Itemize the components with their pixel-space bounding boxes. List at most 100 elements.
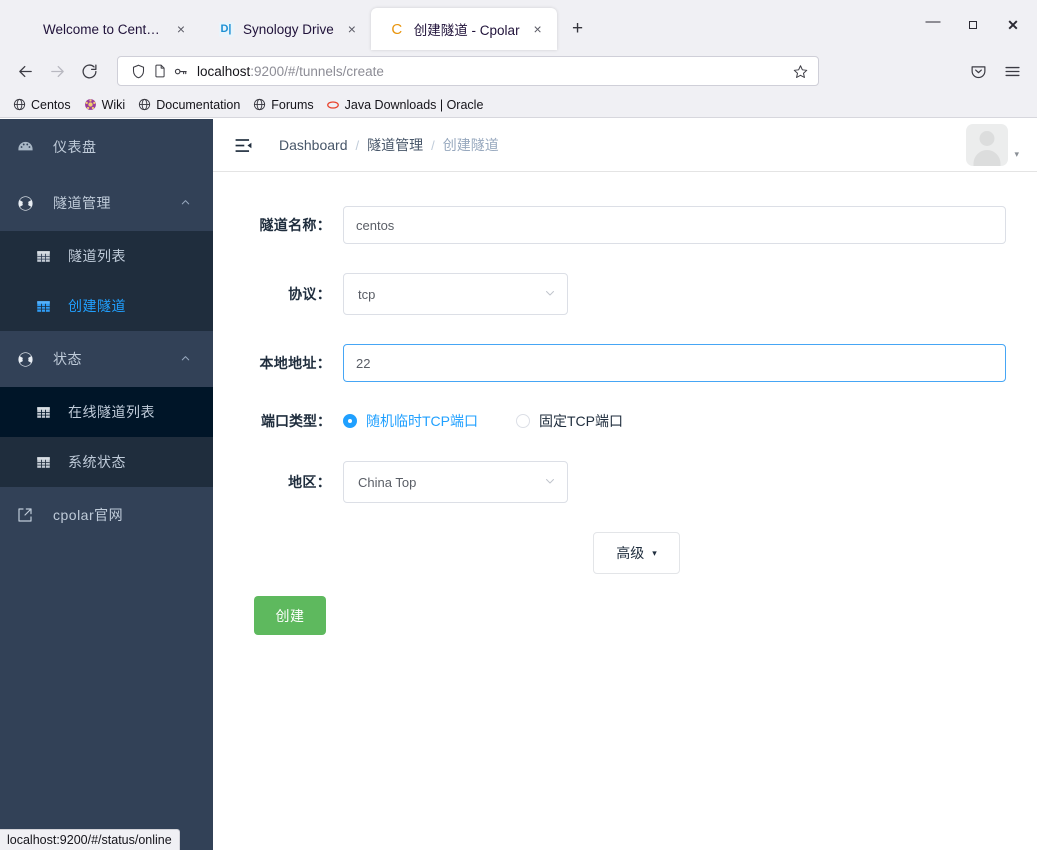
tab-title: Synology Drive — [243, 21, 334, 37]
cpolar-icon: C — [389, 21, 405, 37]
form-row-advanced: 高级 ▾ — [235, 532, 1015, 574]
breadcrumb-separator: / — [355, 137, 360, 153]
create-button[interactable]: 创建 — [254, 596, 326, 635]
wiki-icon — [83, 97, 98, 112]
bookmark-star-icon[interactable] — [788, 59, 812, 83]
sidebar-item-online-tunnel-list[interactable]: 在线隧道列表 — [0, 387, 213, 437]
bookmark-label: Documentation — [156, 97, 241, 112]
key-icon[interactable] — [170, 62, 191, 80]
avatar[interactable] — [966, 124, 1009, 166]
browser-tab-cpolar[interactable]: C 创建隧道 - Cpolar × — [370, 8, 557, 50]
bookmark-documentation[interactable]: Documentation — [137, 97, 240, 112]
breadcrumb-item-dashboard[interactable]: Dashboard — [279, 137, 348, 153]
sidebar-group-tunnel-management[interactable]: 隧道管理 — [0, 175, 213, 231]
sidebar-item-label: 状态 — [53, 351, 82, 367]
reload-button[interactable] — [73, 55, 105, 87]
sidebar-item-cpolar-website[interactable]: cpolar官网 — [0, 487, 213, 543]
url-host: localhost — [197, 63, 251, 79]
chevron-down-icon — [544, 475, 556, 490]
sidebar-item-label: 隧道管理 — [53, 195, 111, 211]
maximize-button[interactable] — [953, 12, 993, 38]
sidebar-group-status[interactable]: 状态 — [0, 331, 213, 387]
breadcrumb-separator: / — [431, 137, 435, 153]
sidebar: 仪表盘 隧道管理 隧道列表 创建隧道 状态 在线隧道列表 系统状态 cpolar… — [0, 119, 213, 850]
status-icon — [17, 351, 39, 368]
shield-icon[interactable] — [128, 62, 149, 80]
address-bar[interactable]: localhost:9200/#/tunnels/create — [117, 56, 819, 86]
menu-fold-icon[interactable] — [233, 135, 253, 155]
table-icon — [36, 455, 54, 470]
bookmark-label: Java Downloads | Oracle — [344, 97, 484, 112]
bookmark-forums[interactable]: Forums — [252, 97, 314, 112]
caret-down-icon: ▾ — [652, 547, 657, 558]
protocol-select-value: tcp — [358, 286, 376, 302]
tunnel-name-input[interactable]: centos — [343, 206, 1006, 244]
sidebar-submenu-tunnel: 隧道列表 创建隧道 — [0, 231, 213, 331]
bookmark-label: Wiki — [101, 97, 126, 112]
sidebar-item-tunnel-list[interactable]: 隧道列表 — [0, 231, 213, 281]
protocol-select[interactable]: tcp — [343, 273, 568, 315]
tabs-container: Welcome to CentOS × D| Synology Drive × … — [0, 0, 913, 50]
sidebar-item-label: 创建隧道 — [68, 298, 126, 314]
browser-tab-centos[interactable]: Welcome to CentOS × — [0, 8, 200, 50]
tab-title: 创建隧道 - Cpolar — [413, 23, 520, 38]
browser-chrome: Welcome to CentOS × D| Synology Drive × … — [0, 0, 1037, 118]
tunnel-name-label: 隧道名称： — [259, 217, 331, 233]
window-controls: — ✕ — [913, 12, 1037, 38]
sidebar-item-create-tunnel[interactable]: 创建隧道 — [0, 281, 213, 331]
tab-close-icon[interactable]: × — [172, 20, 190, 38]
dashboard-icon — [17, 139, 39, 156]
bookmark-centos[interactable]: Centos — [12, 97, 71, 112]
browser-tab-synology-drive[interactable]: D| Synology Drive × — [200, 8, 371, 50]
advanced-button-label: 高级 — [616, 545, 645, 561]
sidebar-item-label: cpolar官网 — [53, 507, 124, 523]
close-window-button[interactable]: ✕ — [993, 12, 1033, 38]
form-row-region: 地区： China Top — [235, 461, 1015, 503]
region-select[interactable]: China Top — [343, 461, 568, 503]
tunnel-icon — [17, 195, 39, 212]
back-button[interactable] — [9, 55, 41, 87]
forward-button[interactable] — [41, 55, 73, 87]
bookmark-label: Centos — [31, 97, 71, 112]
user-menu[interactable]: ▾ — [966, 124, 1019, 166]
region-select-value: China Top — [358, 474, 417, 490]
sidebar-item-dashboard[interactable]: 仪表盘 — [0, 119, 213, 175]
sidebar-item-system-status[interactable]: 系统状态 — [0, 437, 213, 487]
nav-right-icons — [962, 55, 1028, 87]
page-info-icon[interactable] — [149, 62, 170, 80]
hamburger-menu-icon[interactable] — [996, 55, 1028, 87]
url-text[interactable]: localhost:9200/#/tunnels/create — [197, 64, 788, 79]
tab-close-icon[interactable]: × — [343, 20, 361, 38]
breadcrumb-item-tunnel-management[interactable]: 隧道管理 — [367, 135, 423, 155]
minimize-button[interactable]: — — [913, 12, 953, 38]
radio-random-temp-tcp-port[interactable]: 随机临时TCP端口 — [343, 411, 478, 431]
synology-drive-icon: D| — [218, 21, 234, 37]
globe-icon — [137, 97, 152, 112]
port-type-label: 端口类型： — [261, 413, 331, 429]
tab-close-icon[interactable]: × — [529, 20, 547, 38]
bookmark-java-downloads[interactable]: Java Downloads | Oracle — [326, 97, 484, 112]
cpolar-icon-glyph: C — [391, 20, 403, 38]
local-address-input[interactable]: 22 — [343, 344, 1006, 382]
oracle-icon — [326, 97, 341, 112]
synology-drive-icon-glyph: D| — [218, 21, 234, 37]
radio-dot — [516, 414, 530, 428]
breadcrumb-item-create-tunnel: 创建隧道 — [442, 137, 499, 153]
radio-fixed-tcp-port[interactable]: 固定TCP端口 — [516, 411, 623, 431]
chevron-up-icon — [180, 351, 191, 367]
pocket-icon[interactable] — [962, 55, 994, 87]
new-tab-button[interactable]: + — [563, 14, 593, 44]
create-tunnel-form: 隧道名称： centos 协议： tcp 本地地址： 22 端口类型： 随机临时… — [213, 172, 1037, 850]
external-link-icon — [17, 507, 39, 523]
maximize-icon — [969, 21, 977, 29]
chevron-down-icon[interactable]: ▾ — [1014, 149, 1019, 160]
tab-title: Welcome to CentOS — [43, 21, 163, 37]
radio-dot — [343, 414, 357, 428]
advanced-button[interactable]: 高级 ▾ — [593, 532, 680, 574]
sidebar-submenu-status: 在线隧道列表 系统状态 — [0, 387, 213, 487]
table-icon — [36, 249, 54, 264]
bookmarks-bar: Centos Wiki Documentation Forums Java Do… — [0, 92, 1037, 118]
form-row-local-address: 本地地址： 22 — [235, 344, 1015, 382]
bookmark-wiki[interactable]: Wiki — [83, 97, 126, 112]
avatar-head — [979, 131, 995, 146]
